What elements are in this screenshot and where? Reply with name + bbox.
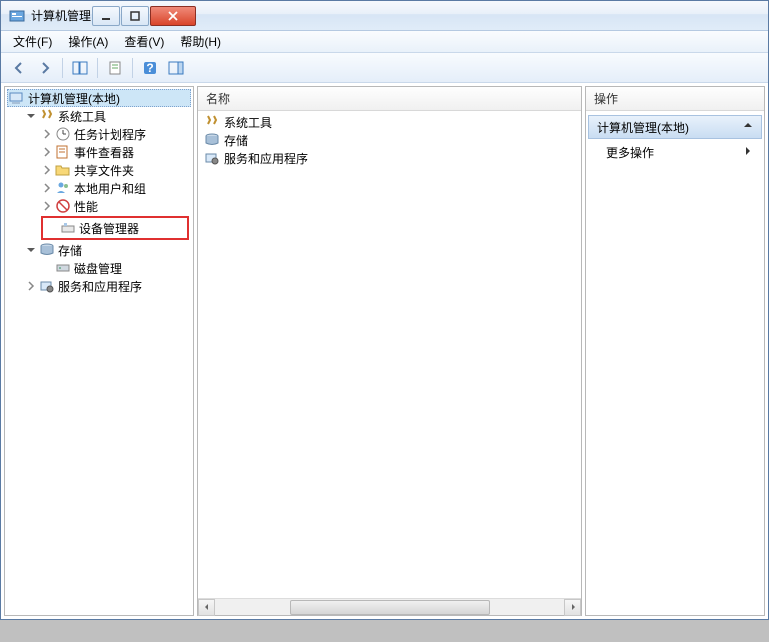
device-icon — [60, 220, 76, 236]
actions-body: 计算机管理(本地) 更多操作 — [586, 111, 764, 615]
svg-text:?: ? — [146, 61, 153, 75]
tree-node-root[interactable]: 计算机管理(本地) — [7, 89, 191, 107]
highlight-annotation: 设备管理器 — [41, 216, 189, 240]
tree-node-shared-folders[interactable]: 共享文件夹 — [39, 161, 191, 179]
tree-label: 共享文件夹 — [74, 162, 134, 179]
computer-icon — [9, 90, 25, 106]
tree-node-task-scheduler[interactable]: 任务计划程序 — [39, 125, 191, 143]
expand-icon[interactable] — [41, 164, 53, 176]
tree-label: 磁盘管理 — [74, 260, 122, 277]
tree-label: 服务和应用程序 — [58, 278, 142, 295]
log-icon — [55, 144, 71, 160]
separator — [62, 58, 63, 78]
tree-label: 事件查看器 — [74, 144, 134, 161]
tree-node-local-users[interactable]: 本地用户和组 — [39, 179, 191, 197]
separator — [132, 58, 133, 78]
list-label: 存储 — [224, 132, 248, 149]
tree-body: 计算机管理(本地) 系统工具 任务计划程序 — [5, 87, 193, 615]
disk-icon — [55, 260, 71, 276]
show-hide-tree-button[interactable] — [68, 56, 92, 80]
maximize-button[interactable] — [121, 6, 149, 26]
list-item[interactable]: 存储 — [198, 131, 581, 149]
collapse-icon[interactable] — [25, 244, 37, 256]
action-pane-button[interactable] — [164, 56, 188, 80]
tree-node-event-viewer[interactable]: 事件查看器 — [39, 143, 191, 161]
expand-icon[interactable] — [41, 146, 53, 158]
tree-node-system-tools[interactable]: 系统工具 — [23, 107, 191, 125]
tree-label: 系统工具 — [58, 108, 106, 125]
actions-more-label: 更多操作 — [606, 144, 654, 161]
tree-node-disk-mgmt[interactable]: 磁盘管理 — [39, 259, 191, 277]
toolbar: ? — [1, 53, 768, 83]
expand-icon[interactable] — [41, 182, 53, 194]
actions-more[interactable]: 更多操作 — [586, 141, 764, 163]
tree-label: 存储 — [58, 242, 82, 259]
forward-button[interactable] — [33, 56, 57, 80]
tree-label: 设备管理器 — [79, 220, 139, 237]
tree-node-services-apps[interactable]: 服务和应用程序 — [23, 277, 191, 295]
tree-node-performance[interactable]: 性能 — [39, 197, 191, 215]
list-label: 系统工具 — [224, 114, 272, 131]
close-button[interactable] — [150, 6, 196, 26]
expand-icon[interactable] — [25, 280, 37, 292]
separator — [97, 58, 98, 78]
list-item[interactable]: 服务和应用程序 — [198, 149, 581, 167]
tree-panel: 计算机管理(本地) 系统工具 任务计划程序 — [4, 86, 194, 616]
collapse-icon[interactable] — [743, 120, 753, 134]
users-icon — [55, 180, 71, 196]
actions-panel-header: 操作 — [586, 87, 764, 111]
storage-icon — [39, 242, 55, 258]
tree-label: 性能 — [74, 198, 98, 215]
chevron-right-icon — [744, 145, 752, 159]
tree-node-device-manager[interactable]: 设备管理器 — [44, 219, 186, 237]
services-icon — [204, 150, 220, 166]
tree-label: 任务计划程序 — [74, 126, 146, 143]
list-item[interactable]: 系统工具 — [198, 113, 581, 131]
window-frame: 计算机管理 文件(F) 操作(A) 查看(V) 帮助(H) ? — [0, 0, 769, 620]
list-body: 系统工具 存储 服务和应用程序 — [198, 111, 581, 598]
tree-node-storage[interactable]: 存储 — [23, 241, 191, 259]
scroll-right-button[interactable] — [564, 599, 581, 616]
actions-section-header[interactable]: 计算机管理(本地) — [588, 115, 762, 139]
clock-icon — [55, 126, 71, 142]
tools-icon — [204, 114, 220, 130]
column-name: 名称 — [206, 90, 230, 107]
actions-title: 操作 — [594, 90, 618, 107]
menu-help[interactable]: 帮助(H) — [172, 31, 229, 52]
actions-panel: 操作 计算机管理(本地) 更多操作 — [585, 86, 765, 616]
scroll-thumb[interactable] — [290, 600, 490, 615]
minimize-button[interactable] — [92, 6, 120, 26]
collapse-icon[interactable] — [25, 110, 37, 122]
menu-view[interactable]: 查看(V) — [116, 31, 172, 52]
horizontal-scrollbar[interactable] — [198, 598, 581, 615]
list-panel: 名称 系统工具 存储 服务和应用程序 — [197, 86, 582, 616]
tree-label: 本地用户和组 — [74, 180, 146, 197]
menu-actions[interactable]: 操作(A) — [60, 31, 116, 52]
scroll-left-button[interactable] — [198, 599, 215, 616]
help-button[interactable]: ? — [138, 56, 162, 80]
titlebar[interactable]: 计算机管理 — [1, 1, 768, 31]
content-area: 计算机管理(本地) 系统工具 任务计划程序 — [1, 83, 768, 619]
list-label: 服务和应用程序 — [224, 150, 308, 167]
services-icon — [39, 278, 55, 294]
menubar: 文件(F) 操作(A) 查看(V) 帮助(H) — [1, 31, 768, 53]
list-header[interactable]: 名称 — [198, 87, 581, 111]
window-title: 计算机管理 — [31, 7, 91, 24]
tools-icon — [39, 108, 55, 124]
storage-icon — [204, 132, 220, 148]
folder-share-icon — [55, 162, 71, 178]
properties-button[interactable] — [103, 56, 127, 80]
app-icon — [9, 8, 25, 24]
back-button[interactable] — [7, 56, 31, 80]
expand-icon[interactable] — [41, 200, 53, 212]
performance-icon — [55, 198, 71, 214]
actions-section-title: 计算机管理(本地) — [597, 119, 689, 136]
tree-label: 计算机管理(本地) — [28, 90, 120, 107]
expand-icon[interactable] — [41, 128, 53, 140]
menu-file[interactable]: 文件(F) — [5, 31, 60, 52]
